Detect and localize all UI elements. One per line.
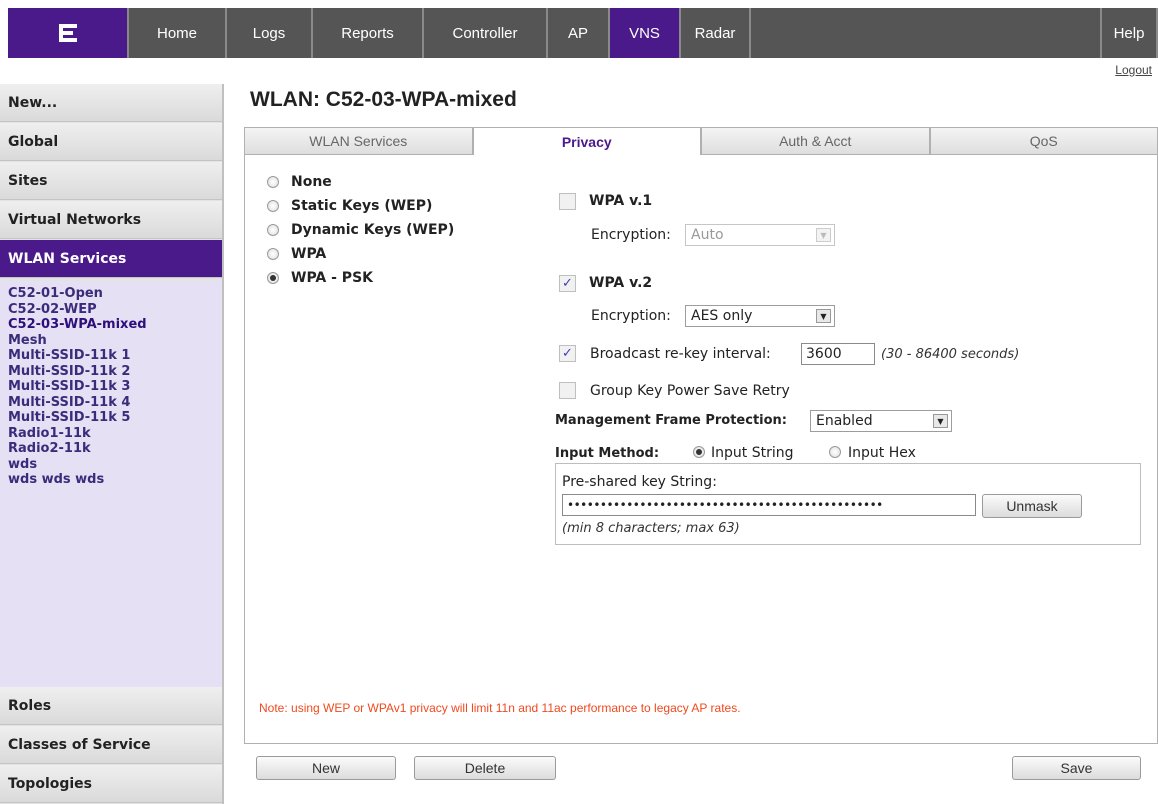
input-value: ••••••••••••••••••••••••••••••••••••••••…: [567, 498, 883, 512]
nav-controller[interactable]: Controller: [424, 8, 548, 58]
tab-qos[interactable]: QoS: [929, 127, 1158, 155]
select-value: Enabled: [816, 413, 873, 429]
mfp-label: Management Frame Protection:: [555, 413, 788, 428]
tab-auth-acct[interactable]: Auth & Acct: [701, 127, 930, 155]
select-value: Auto: [691, 227, 724, 243]
list-item[interactable]: Multi-SSID-11k 5: [8, 410, 222, 426]
select-value: AES only: [691, 308, 753, 324]
nav-help[interactable]: Help: [1102, 8, 1158, 58]
rekey-checkbox[interactable]: ✓: [559, 345, 576, 362]
list-item[interactable]: wds wds wds: [8, 472, 222, 488]
chevron-down-icon: ▼: [816, 309, 831, 323]
rekey-hint: (30 - 86400 seconds): [881, 347, 1020, 362]
rekey-label: Broadcast re-key interval:: [590, 346, 771, 362]
page-title: WLAN: C52-03-WPA-mixed: [250, 88, 517, 111]
radio-dynamic-wep[interactable]: [267, 224, 279, 236]
sidebar: New... Global Sites Virtual Networks WLA…: [0, 84, 224, 804]
wlan-list: C52-01-Open C52-02-WEP C52-03-WPA-mixed …: [0, 281, 222, 687]
psk-group: Pre-shared key String: •••••••••••••••••…: [555, 463, 1141, 545]
wpa1-checkbox[interactable]: [559, 193, 576, 210]
sidebar-item-new[interactable]: New...: [0, 84, 222, 122]
list-item[interactable]: Radio2-11k: [8, 441, 222, 457]
nav-spacer: [751, 8, 1102, 58]
nav-logs[interactable]: Logs: [227, 8, 313, 58]
brand-logo-icon: [58, 24, 77, 42]
nav-radar[interactable]: Radar: [681, 8, 751, 58]
privacy-note: Note: using WEP or WPAv1 privacy will li…: [259, 701, 741, 715]
privacy-mode-none[interactable]: None: [267, 174, 332, 190]
delete-button[interactable]: Delete: [414, 756, 556, 780]
wpa2-label: WPA v.2: [589, 275, 653, 291]
sidebar-item-topologies[interactable]: Topologies: [0, 765, 222, 803]
save-button[interactable]: Save: [1012, 756, 1141, 780]
input-method-label: Input Method:: [555, 446, 660, 461]
radio-static-wep[interactable]: [267, 200, 279, 212]
radio-input-hex[interactable]: [829, 446, 841, 458]
unmask-button[interactable]: Unmask: [982, 494, 1082, 518]
nav-vns[interactable]: VNS: [610, 8, 681, 58]
nav-home[interactable]: Home: [129, 8, 227, 58]
psk-input[interactable]: ••••••••••••••••••••••••••••••••••••••••…: [562, 494, 976, 516]
privacy-panel: None Static Keys (WEP) Dynamic Keys (WEP…: [244, 155, 1158, 744]
tab-wlan-services[interactable]: WLAN Services: [244, 127, 473, 155]
radio-label: Static Keys (WEP): [291, 198, 433, 214]
wpa1-encryption-label: Encryption:: [591, 227, 671, 243]
logout-link[interactable]: Logout: [1115, 63, 1152, 77]
privacy-mode-dynamic-wep[interactable]: Dynamic Keys (WEP): [267, 222, 454, 238]
radio-wpa-psk[interactable]: [267, 272, 279, 284]
list-item[interactable]: C52-01-Open: [8, 286, 222, 302]
radio-input-string[interactable]: [693, 446, 705, 458]
sidebar-item-virtual-networks[interactable]: Virtual Networks: [0, 201, 222, 239]
group-key-checkbox[interactable]: [559, 382, 576, 399]
list-item[interactable]: C52-02-WEP: [8, 302, 222, 318]
list-item[interactable]: Multi-SSID-11k 1: [8, 348, 222, 364]
wpa2-encryption-select[interactable]: AES only ▼: [685, 305, 835, 327]
sidebar-item-sites[interactable]: Sites: [0, 162, 222, 200]
radio-label: WPA - PSK: [291, 270, 374, 286]
list-item[interactable]: wds: [8, 457, 222, 473]
input-value: 3600: [806, 346, 842, 362]
radio-none[interactable]: [267, 176, 279, 188]
radio-wpa[interactable]: [267, 248, 279, 260]
radio-label: Dynamic Keys (WEP): [291, 222, 455, 238]
privacy-mode-wpa[interactable]: WPA: [267, 246, 326, 262]
sidebar-item-wlan-services[interactable]: WLAN Services: [0, 240, 222, 278]
mfp-select[interactable]: Enabled ▼: [810, 410, 952, 432]
list-item-current[interactable]: C52-03-WPA-mixed: [8, 317, 222, 333]
list-item[interactable]: Multi-SSID-11k 3: [8, 379, 222, 395]
rekey-interval-input[interactable]: 3600: [801, 343, 875, 365]
privacy-mode-static-wep[interactable]: Static Keys (WEP): [267, 198, 432, 214]
radio-label: None: [291, 174, 332, 190]
nav-ap[interactable]: AP: [548, 8, 610, 58]
wpa2-checkbox[interactable]: ✓: [559, 275, 576, 292]
privacy-mode-wpa-psk[interactable]: WPA - PSK: [267, 270, 373, 286]
chevron-down-icon: ▼: [816, 228, 831, 242]
wpa2-encryption-label: Encryption:: [591, 308, 671, 324]
psk-hint: (min 8 characters; max 63): [562, 521, 740, 536]
chevron-down-icon: ▼: [933, 414, 948, 428]
tab-bar: WLAN Services Privacy Auth & Acct QoS: [244, 127, 1158, 155]
tab-privacy[interactable]: Privacy: [472, 127, 701, 155]
input-hex-label: Input Hex: [848, 445, 916, 461]
input-string-label: Input String: [711, 445, 794, 461]
sidebar-item-classes-of-service[interactable]: Classes of Service: [0, 726, 222, 764]
list-item[interactable]: Mesh: [8, 333, 222, 349]
top-nav: Home Logs Reports Controller AP VNS Rada…: [8, 8, 1158, 58]
nav-reports[interactable]: Reports: [313, 8, 424, 58]
new-button[interactable]: New: [256, 756, 396, 780]
wpa1-encryption-select[interactable]: Auto ▼: [685, 224, 835, 246]
list-item[interactable]: Radio1-11k: [8, 426, 222, 442]
sidebar-item-global[interactable]: Global: [0, 123, 222, 161]
sidebar-item-roles[interactable]: Roles: [0, 687, 222, 725]
radio-label: WPA: [291, 246, 327, 262]
logo[interactable]: [8, 8, 129, 58]
psk-label: Pre-shared key String:: [562, 474, 717, 490]
list-item[interactable]: Multi-SSID-11k 2: [8, 364, 222, 380]
list-item[interactable]: Multi-SSID-11k 4: [8, 395, 222, 411]
group-key-label: Group Key Power Save Retry: [590, 383, 790, 399]
wpa1-label: WPA v.1: [589, 193, 653, 209]
